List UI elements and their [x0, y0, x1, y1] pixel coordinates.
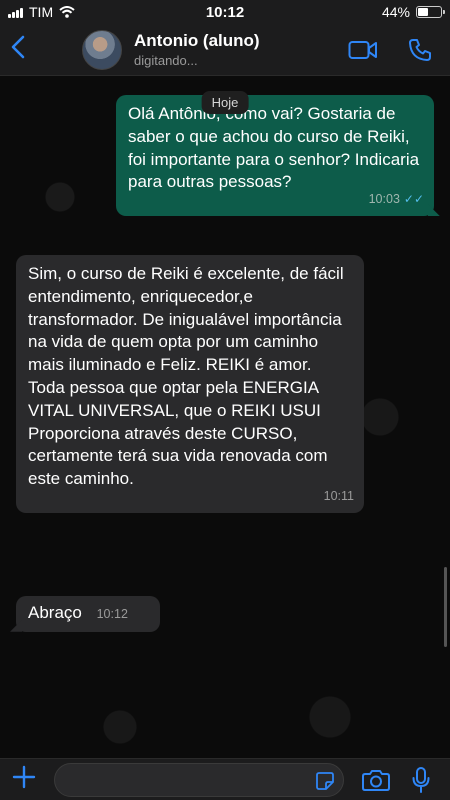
contact-name: Antonio (aluno)	[134, 31, 260, 50]
sticker-icon[interactable]	[315, 771, 335, 791]
message-incoming[interactable]: Abraço 10:12	[10, 596, 160, 632]
status-left: TIM	[8, 4, 75, 20]
attach-button[interactable]	[12, 765, 42, 795]
carrier-label: TIM	[29, 4, 54, 20]
input-actions	[362, 766, 430, 793]
message-text: Sim, o curso de Reiki é excelente, de fá…	[28, 264, 344, 489]
read-receipt-icon: ✓✓	[403, 192, 424, 207]
status-bar: TIM 10:12 44%	[0, 0, 450, 24]
message-time: 10:11	[323, 489, 354, 504]
message-time: 10:03 ✓✓	[369, 188, 424, 211]
plus-icon	[12, 765, 36, 788]
message-input[interactable]	[54, 762, 344, 797]
signal-icon	[8, 7, 23, 18]
message-time: 10:12	[96, 607, 128, 621]
contact-status: digitando...	[134, 53, 198, 68]
battery-percent: 44%	[381, 4, 410, 20]
chat-area[interactable]: Olá Antônio, como vai? Gostaria de saber…	[0, 77, 450, 758]
message-time-text: 10:03	[368, 192, 400, 207]
date-separator: Hoje	[201, 91, 249, 114]
message-incoming[interactable]: Sim, o curso de Reiki é excelente, de fá…	[16, 255, 364, 513]
input-bar	[0, 758, 450, 800]
scrollbar[interactable]	[444, 567, 447, 647]
camera-icon[interactable]	[362, 769, 390, 791]
back-button[interactable]	[10, 35, 38, 65]
header-actions	[348, 38, 432, 62]
wifi-icon	[59, 6, 75, 18]
phone-icon[interactable]	[408, 38, 432, 62]
chat-header: Antonio (aluno) digitando...	[0, 24, 450, 76]
chevron-left-icon	[11, 35, 25, 58]
contact-info[interactable]: Antonio (aluno) digitando...	[134, 31, 348, 68]
video-camera-icon[interactable]	[348, 39, 378, 61]
message-text: Abraço	[28, 603, 82, 622]
bubble-tail	[428, 204, 440, 217]
avatar[interactable]	[82, 29, 122, 70]
message-outgoing[interactable]: Olá Antônio, como vai? Gostaria de saber…	[116, 95, 440, 217]
battery-icon	[416, 6, 445, 18]
message-text: Olá Antônio, como vai? Gostaria de saber…	[128, 104, 420, 192]
battery-fill	[418, 8, 428, 16]
bubble-tail	[10, 619, 22, 632]
status-right: 44%	[381, 4, 445, 20]
microphone-icon[interactable]	[412, 766, 430, 793]
